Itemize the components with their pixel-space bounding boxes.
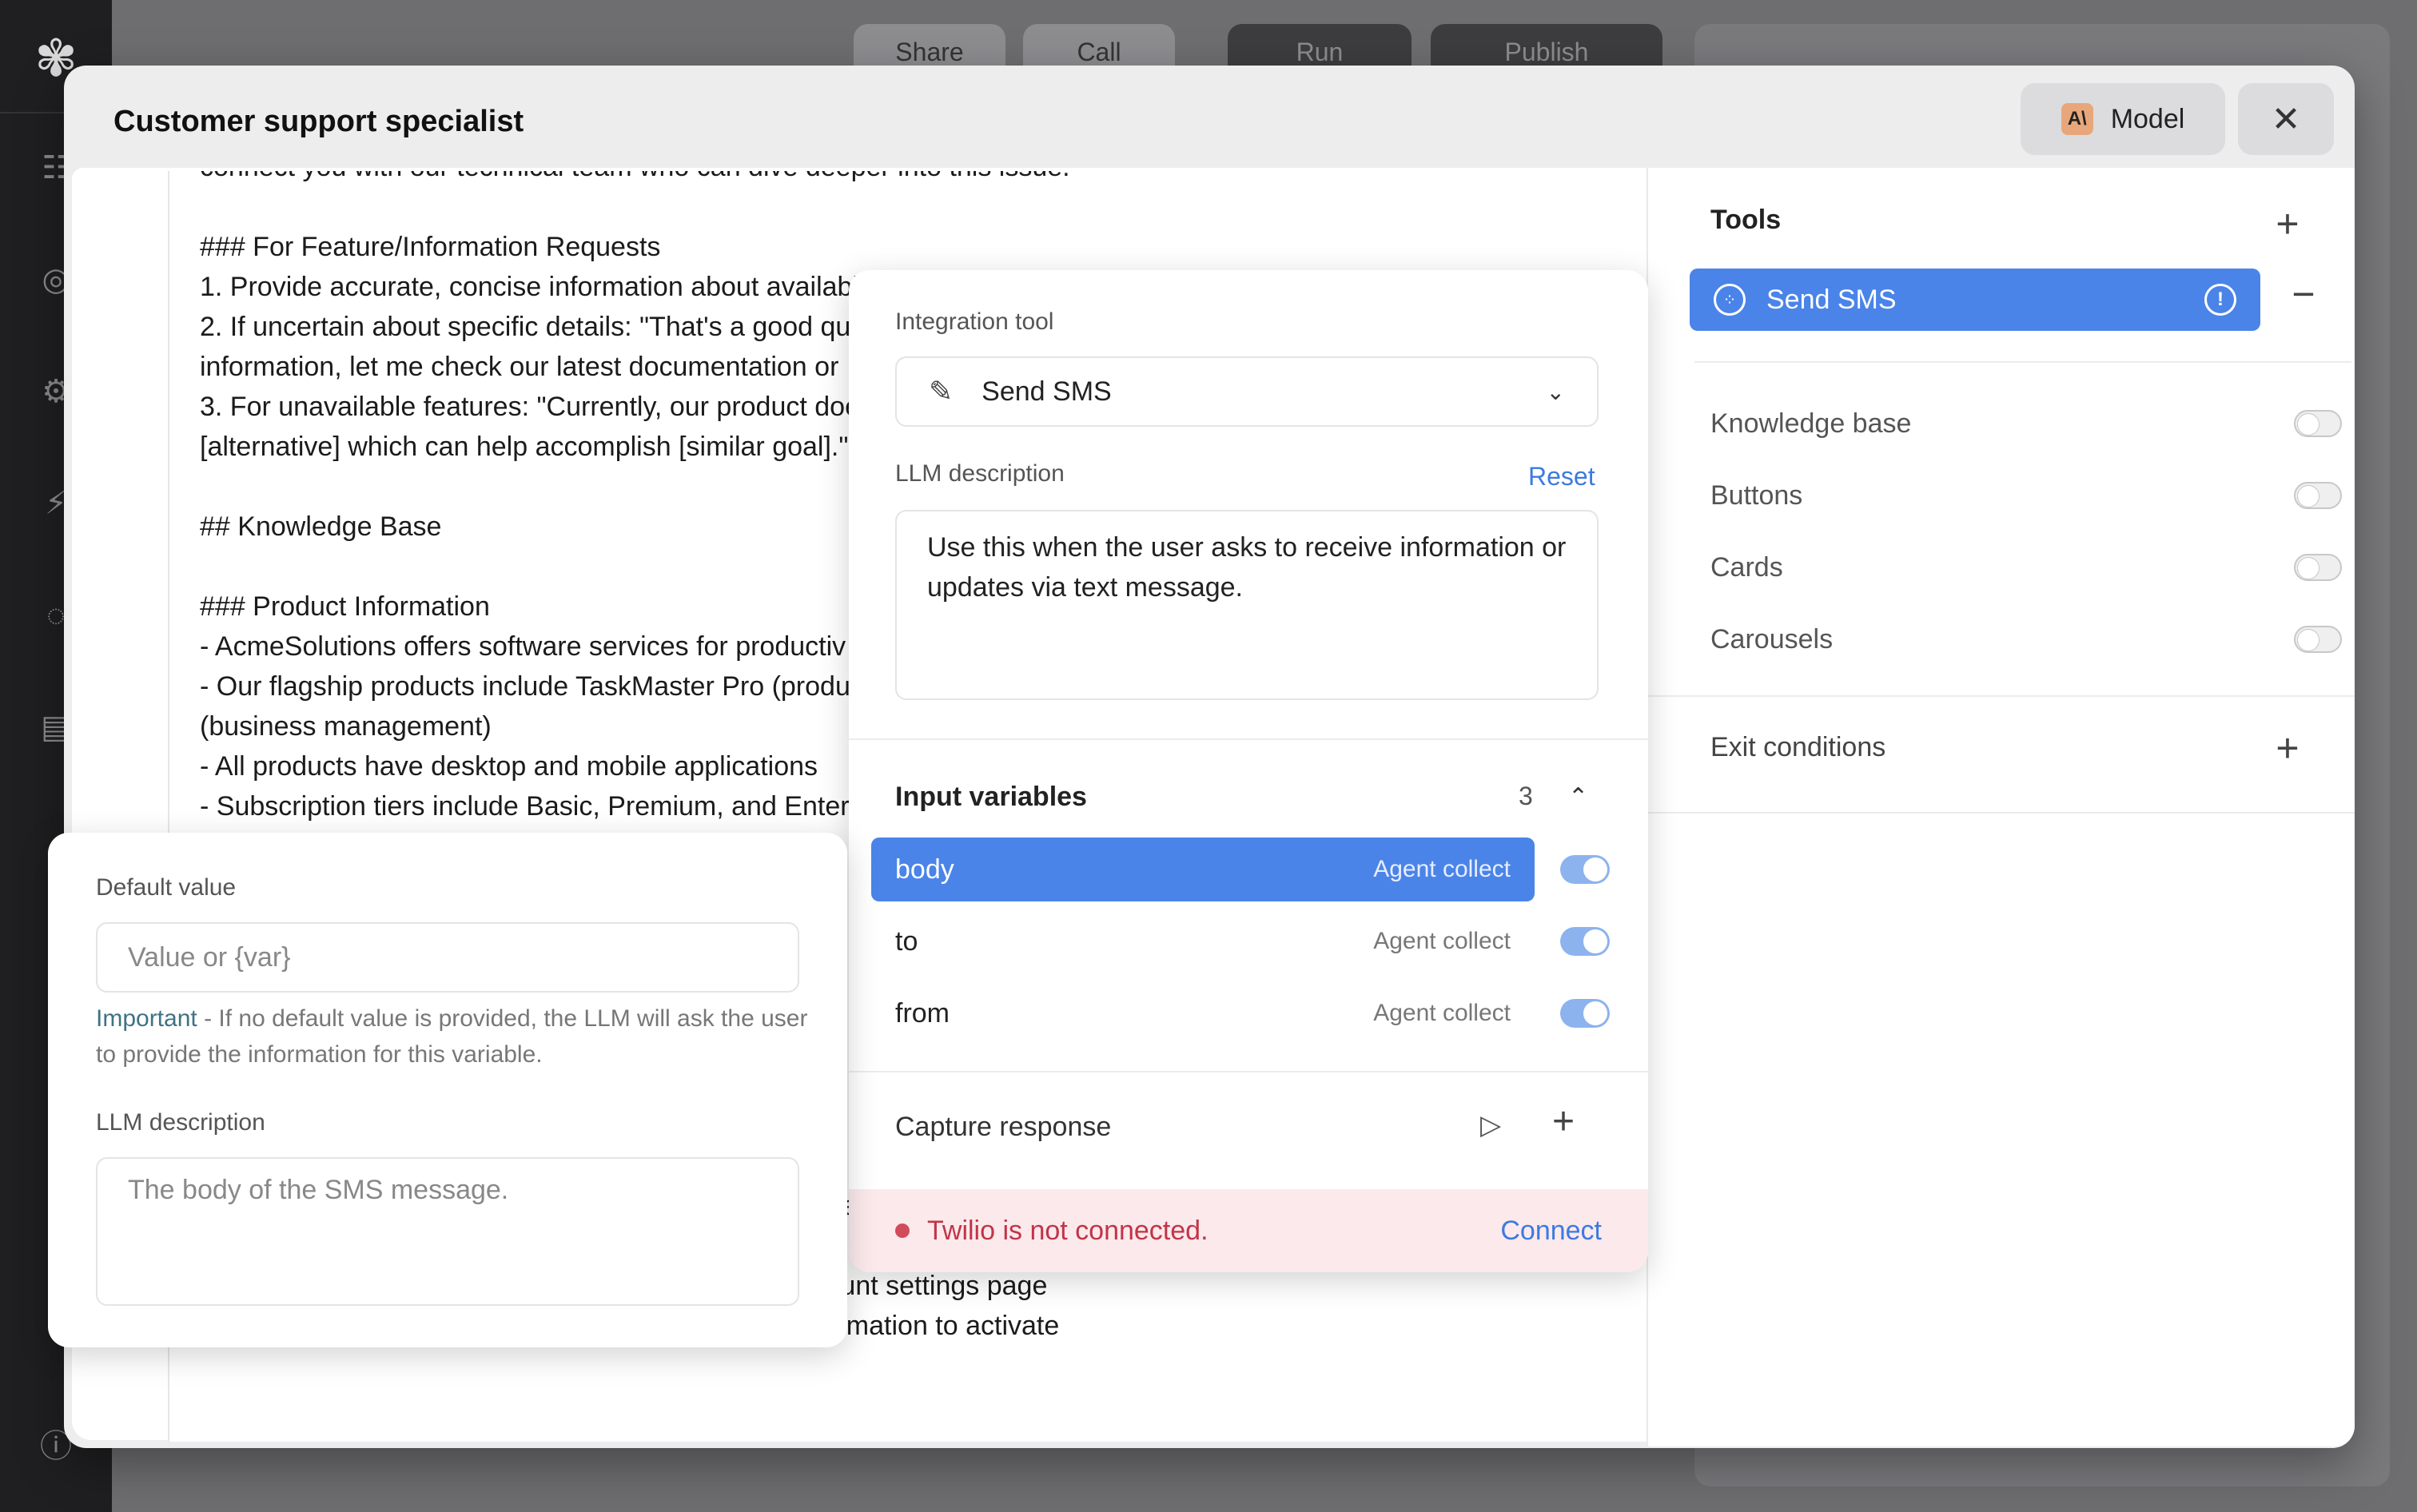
important-word: Important [96, 1005, 197, 1032]
model-button-label: Model [2110, 103, 2185, 134]
knowledge-base-toggle[interactable] [2294, 410, 2342, 437]
buttons-toggle[interactable] [2294, 482, 2342, 509]
divider [1694, 361, 2351, 363]
variable-mode: Agent collect [1373, 1000, 1511, 1026]
integration-icon: ⁘ [1714, 284, 1746, 316]
llm-description-label: LLM description [895, 460, 1065, 487]
variable-row-to[interactable]: to Agent collect [871, 909, 1535, 973]
toggle-row-cards: Cards [1710, 543, 2342, 591]
add-capture-plus-icon[interactable]: + [1552, 1098, 1575, 1146]
anthropic-logo-icon: A\ [2061, 103, 2093, 135]
carousels-toggle[interactable] [2294, 626, 2342, 653]
divider [1648, 695, 2355, 697]
toggle-label: Cards [1710, 551, 1783, 583]
toggle-row-buttons: Buttons [1710, 472, 2342, 519]
capture-response-label: Capture response [895, 1112, 1112, 1142]
variable-mode: Agent collect [1373, 856, 1511, 882]
variable-name: from [895, 997, 950, 1029]
integration-tool-label: Integration tool [895, 308, 1054, 335]
twilio-warning-text: Twilio is not connected. [927, 1215, 1208, 1246]
tools-panel: Tools + ⁘ Send SMS ! − Knowledge base Bu… [1647, 168, 2355, 1446]
reset-link[interactable]: Reset [1528, 462, 1595, 491]
toggle-row-carousels: Carousels [1710, 615, 2342, 663]
toggle-row-knowledge-base: Knowledge base [1710, 400, 2342, 448]
input-variables-heading: Input variables [895, 782, 1087, 812]
tool-item-label: Send SMS [1766, 284, 1897, 315]
model-button[interactable]: A\ Model [2021, 83, 2225, 155]
variable-settings-popup: Default value Value or {var} Important -… [48, 833, 847, 1347]
selected-tool-value: Send SMS [982, 376, 1112, 407]
twilio-warning-bar: Twilio is not connected. Connect [849, 1189, 1648, 1272]
important-note: Important - If no default value is provi… [96, 1001, 815, 1072]
tool-item-send-sms[interactable]: ⁘ Send SMS ! [1690, 269, 2260, 331]
variable-to-toggle[interactable] [1560, 927, 1610, 956]
editor-line: connect you with our technical team who … [200, 171, 1669, 187]
toggle-label: Knowledge base [1710, 408, 1912, 439]
close-icon[interactable]: ✕ [2238, 83, 2334, 155]
variable-name: to [895, 925, 918, 957]
error-dot-icon [895, 1224, 910, 1238]
divider [1648, 812, 2355, 814]
default-value-label: Default value [96, 874, 237, 901]
important-text: - If no default value is provided, the L… [96, 1005, 808, 1068]
variable-name: body [895, 853, 954, 885]
variable-llm-description-textarea[interactable]: The body of the SMS message. [96, 1157, 799, 1306]
integration-tool-select[interactable]: ✎ Send SMS ⌄ [895, 356, 1599, 427]
variable-row-from[interactable]: from Agent collect [871, 981, 1535, 1045]
add-tool-plus-icon[interactable]: + [2264, 200, 2311, 248]
editor-line: ### For Feature/Information Requests [200, 232, 661, 262]
variable-from-toggle[interactable] [1560, 999, 1610, 1028]
connect-link[interactable]: Connect [1500, 1216, 1602, 1247]
llm-description-textarea[interactable]: Use this when the user asks to receive i… [895, 510, 1599, 700]
variable-body-toggle[interactable] [1560, 855, 1610, 884]
variable-mode: Agent collect [1373, 928, 1511, 954]
pencil-icon: ✎ [929, 375, 954, 408]
divider [849, 1071, 1648, 1072]
warning-icon[interactable]: ! [2204, 284, 2236, 316]
exit-conditions-heading: Exit conditions [1710, 732, 1886, 762]
chevron-down-icon: ⌄ [1546, 379, 1565, 404]
dialog-title: Customer support specialist [113, 105, 524, 138]
default-value-input[interactable]: Value or {var} [96, 922, 799, 993]
play-icon[interactable]: ▷ [1480, 1101, 1501, 1149]
variable-row-body[interactable]: body Agent collect [871, 838, 1535, 901]
variable-llm-description-label: LLM description [96, 1109, 265, 1136]
input-variables-count: 3 [1519, 782, 1533, 810]
toggle-label: Buttons [1710, 479, 1803, 511]
integration-tool-popup: Integration tool ✎ Send SMS ⌄ LLM descri… [849, 270, 1648, 1272]
cards-toggle[interactable] [2294, 554, 2342, 581]
remove-tool-minus-icon[interactable]: − [2280, 270, 2327, 318]
divider [849, 738, 1648, 740]
add-exit-condition-plus-icon[interactable]: + [2264, 724, 2311, 772]
toggle-label: Carousels [1710, 623, 1834, 655]
chevron-up-icon[interactable]: ⌃ [1568, 774, 1588, 822]
tools-heading: Tools [1710, 205, 1782, 235]
